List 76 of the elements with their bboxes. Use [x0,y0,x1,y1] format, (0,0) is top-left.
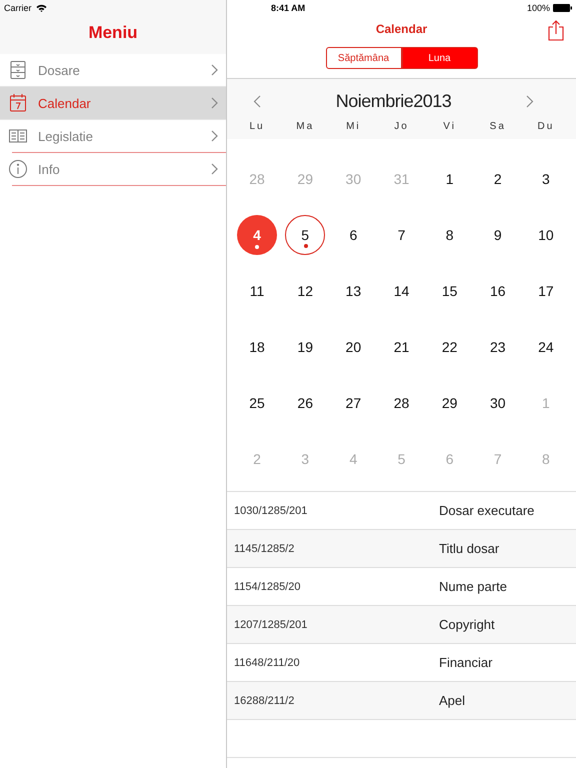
case-number: 11648/211/20 [233,656,301,668]
day-cell[interactable]: 12 [285,271,326,311]
weekday-label: Ma [295,121,316,132]
day-cell[interactable]: 26 [285,383,326,423]
chevron-right-icon [211,64,218,76]
day-cell[interactable]: 28 [381,383,422,423]
share-icon[interactable] [548,20,564,41]
case-number: 1154/1285/20 [233,580,302,592]
event-title: Dosar executare [439,503,534,518]
day-cell[interactable]: 3 [526,159,566,199]
month-title: Noiembrie2013 [336,90,452,112]
weekday-label: Lu [248,121,266,132]
day-cell[interactable]: 19 [285,327,326,367]
carrier-label: Carrier [4,3,32,13]
chevron-right-icon [211,97,218,109]
menu-item[interactable]: Calendar [0,87,226,119]
event-row[interactable]: 16288/211/2 Apel [227,682,576,720]
info-icon [8,159,28,179]
weekday-label: Sa [488,121,507,132]
chevron-right-icon[interactable] [526,94,534,108]
day-cell[interactable]: 14 [381,271,422,311]
drawers-icon [8,60,28,80]
day-cell[interactable]: 2 [478,159,518,199]
menu-title: Meniu [0,16,226,54]
clock-label: 8:41 AM [271,3,306,13]
chevron-right-icon [211,130,218,142]
day-cell[interactable]: 25 [237,383,278,423]
day-cell[interactable]: 16 [478,271,518,311]
menu-item[interactable]: Legislatie [0,120,226,152]
day-cell[interactable]: 9 [478,215,518,255]
day-cell[interactable]: 22 [430,327,470,367]
day-cell[interactable]: 15 [430,271,470,311]
weekday-label: Du [536,121,556,132]
day-cell[interactable]: 7 [381,215,422,255]
chevron-left-icon[interactable] [253,94,261,108]
day-cell[interactable]: 20 [333,327,374,367]
day-cell[interactable]: 6 [333,215,374,255]
menu-item[interactable]: Info [0,153,226,185]
day-cell[interactable]: 18 [237,327,278,367]
day-cell[interactable]: 5 [285,215,326,255]
battery-label: 100% [526,3,550,13]
event-title: Titlu dosar [439,541,500,556]
battery-icon [553,4,572,12]
day-cell[interactable]: 1 [430,159,470,199]
case-number: 16288/211/2 [233,694,296,706]
case-number: 1030/1285/201 [233,504,308,516]
day-cell[interactable]: 17 [526,271,566,311]
day-cell[interactable]: 24 [526,327,566,367]
page-title: Calendar [376,22,428,36]
day-cell[interactable]: 11 [237,271,278,311]
day-cell[interactable]: 13 [333,271,374,311]
day-cell[interactable]: 23 [478,327,518,367]
weekday-label: Mi [345,121,362,132]
day-cell[interactable]: 30 [478,383,518,423]
menu-item[interactable]: Dosare [0,54,226,86]
case-number: 1145/1285/2 [233,542,296,554]
calendar-icon [8,93,28,113]
event-title: Copyright [439,617,495,632]
case-number: 1207/1285/201 [233,618,308,630]
wifi-icon [36,4,47,12]
event-row[interactable]: 1207/1285/201 Copyright [227,606,576,644]
event-row[interactable]: 1145/1285/2 Titlu dosar [227,530,576,568]
day-cell[interactable]: 29 [430,383,470,423]
event-title: Apel [439,693,466,708]
weekday-label: Jo [393,121,410,132]
segment-tab[interactable]: Luna [402,47,478,69]
day-cell[interactable]: 10 [526,215,566,255]
day-cell[interactable]: 8 [430,215,470,255]
day-cell[interactable]: 21 [381,327,422,367]
day-cell[interactable]: 4 [237,215,278,255]
weekday-label: Vi [442,121,457,132]
day-cell[interactable]: 27 [333,383,374,423]
chevron-right-icon [211,163,218,175]
segment-tab[interactable]: Săptămâna [326,47,402,69]
event-title: Financiar [439,655,492,670]
event-title: Nume parte [439,579,507,594]
